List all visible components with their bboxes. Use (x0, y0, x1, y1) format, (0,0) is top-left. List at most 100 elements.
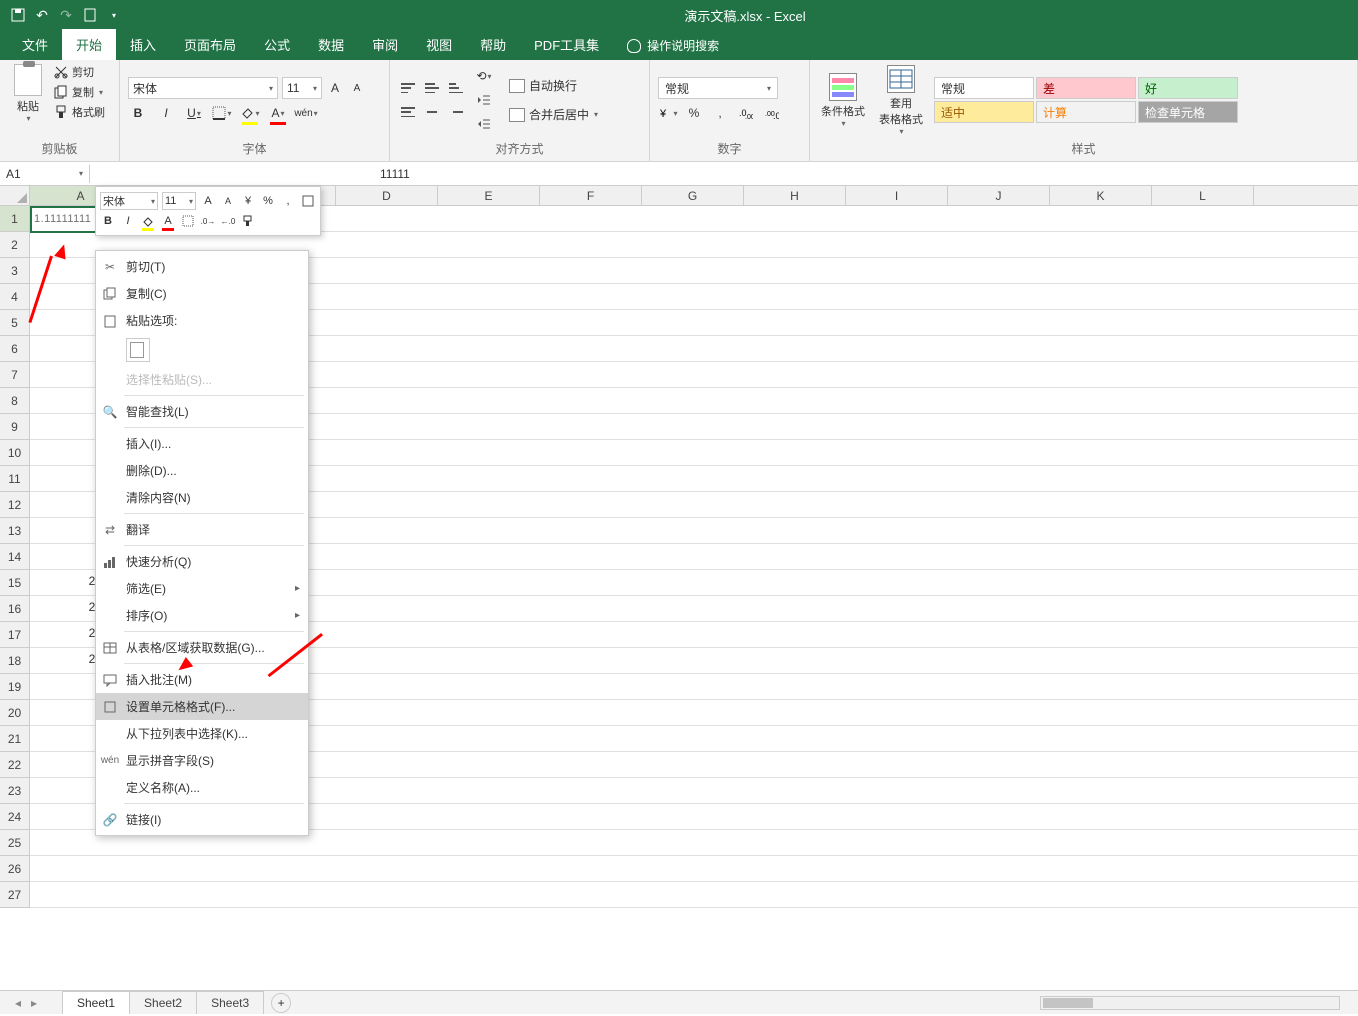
save-icon[interactable] (10, 7, 26, 23)
mini-shrink-font-icon[interactable]: A (220, 193, 236, 209)
ctx-pick-from-list[interactable]: 从下拉列表中选择(K)... (96, 720, 308, 747)
cut-button[interactable]: 剪切 (54, 64, 105, 80)
increase-decimal-button[interactable]: .0.00 (736, 103, 756, 123)
align-top-button[interactable] (398, 78, 418, 98)
style-check-cell[interactable]: 检查单元格 (1138, 101, 1238, 123)
row-header-15[interactable]: 15 (0, 570, 30, 596)
mini-italic-button[interactable]: I (120, 213, 136, 229)
format-as-table-button[interactable]: 套用 表格格式▾ (876, 65, 926, 136)
name-box[interactable]: A1▾ (0, 165, 90, 183)
row-header-10[interactable]: 10 (0, 440, 30, 466)
mini-painter-icon[interactable] (240, 213, 256, 229)
align-bottom-button[interactable] (446, 78, 466, 98)
col-header-g[interactable]: G (642, 186, 744, 205)
row-header-5[interactable]: 5 (0, 310, 30, 336)
sheet-tab-3[interactable]: Sheet3 (196, 991, 264, 1014)
tab-view[interactable]: 视图 (412, 29, 466, 60)
decrease-indent-button[interactable] (474, 90, 494, 110)
align-left-button[interactable] (398, 102, 418, 122)
mini-font-color-button[interactable]: A (160, 213, 176, 229)
redo-icon[interactable]: ↷ (58, 7, 74, 23)
row-header-2[interactable]: 2 (0, 232, 30, 258)
align-center-button[interactable] (422, 102, 442, 122)
row-header-7[interactable]: 7 (0, 362, 30, 388)
ctx-copy[interactable]: 复制(C) (96, 280, 308, 307)
col-header-h[interactable]: H (744, 186, 846, 205)
style-neutral[interactable]: 适中 (934, 101, 1034, 123)
row-header-16[interactable]: 16 (0, 596, 30, 622)
row-header-26[interactable]: 26 (0, 856, 30, 882)
orientation-button[interactable]: ⟲▾ (474, 66, 494, 86)
ctx-translate[interactable]: ⇄翻译 (96, 516, 308, 543)
col-header-e[interactable]: E (438, 186, 540, 205)
percent-button[interactable]: % (684, 103, 704, 123)
mini-size-combo[interactable]: 11▾ (162, 192, 196, 210)
row-header-6[interactable]: 6 (0, 336, 30, 362)
sheet-tab-1[interactable]: Sheet1 (62, 991, 130, 1014)
sheet-nav-next[interactable]: ▸ (26, 996, 42, 1010)
tell-me-search[interactable]: 操作说明搜索 (613, 31, 733, 60)
touch-mode-icon[interactable] (82, 7, 98, 23)
fill-color-button[interactable]: ▾ (240, 103, 260, 123)
qat-dropdown-icon[interactable]: ▾ (106, 7, 122, 23)
mini-bold-button[interactable]: B (100, 213, 116, 229)
select-all-button[interactable] (0, 186, 30, 205)
comma-button[interactable]: , (710, 103, 730, 123)
row-header-20[interactable]: 20 (0, 700, 30, 726)
style-bad[interactable]: 差 (1036, 77, 1136, 99)
row-header-21[interactable]: 21 (0, 726, 30, 752)
add-sheet-button[interactable]: + (271, 993, 291, 1013)
col-header-j[interactable]: J (948, 186, 1050, 205)
row-header-3[interactable]: 3 (0, 258, 30, 284)
number-format-combo[interactable]: 常规▾ (658, 77, 778, 99)
ctx-sort[interactable]: 排序(O)▸ (96, 602, 308, 629)
tab-insert[interactable]: 插入 (116, 29, 170, 60)
ctx-show-phonetic[interactable]: wén显示拼音字段(S) (96, 747, 308, 774)
font-size-combo[interactable]: 11▾ (282, 77, 322, 99)
ctx-get-data[interactable]: 从表格/区域获取数据(G)... (96, 634, 308, 661)
decrease-decimal-button[interactable]: .00.0 (762, 103, 782, 123)
ctx-filter[interactable]: 筛选(E)▸ (96, 575, 308, 602)
mini-dec-decimal-icon[interactable]: ←.0 (220, 213, 236, 229)
font-color-button[interactable]: A▾ (268, 103, 288, 123)
cell-styles-gallery[interactable]: 常规 差 好 适中 计算 检查单元格 (934, 77, 1238, 123)
style-good[interactable]: 好 (1138, 77, 1238, 99)
row-header-25[interactable]: 25 (0, 830, 30, 856)
italic-button[interactable]: I (156, 103, 176, 123)
style-calculation[interactable]: 计算 (1036, 101, 1136, 123)
col-header-i[interactable]: I (846, 186, 948, 205)
ctx-define-name[interactable]: 定义名称(A)... (96, 774, 308, 801)
decrease-font-icon[interactable]: A (348, 79, 366, 97)
ctx-smart-lookup[interactable]: 🔍智能查找(L) (96, 398, 308, 425)
col-header-l[interactable]: L (1152, 186, 1254, 205)
tab-home[interactable]: 开始 (62, 29, 116, 60)
ctx-insert-comment[interactable]: 插入批注(M) (96, 666, 308, 693)
row-header-22[interactable]: 22 (0, 752, 30, 778)
ctx-cut[interactable]: ✂剪切(T) (96, 253, 308, 280)
row-header-8[interactable]: 8 (0, 388, 30, 414)
ctx-insert[interactable]: 插入(I)... (96, 430, 308, 457)
row-header-11[interactable]: 11 (0, 466, 30, 492)
paste-option-default[interactable] (126, 338, 150, 362)
merge-center-button[interactable]: 合并后居中▾ (502, 103, 605, 126)
ctx-format-cells[interactable]: 设置单元格格式(F)... (96, 693, 308, 720)
mini-percent-icon[interactable]: % (260, 193, 276, 209)
row-header-12[interactable]: 12 (0, 492, 30, 518)
copy-button[interactable]: 复制▾ (54, 84, 105, 100)
mini-border-dropdown[interactable] (180, 213, 196, 229)
row-header-14[interactable]: 14 (0, 544, 30, 570)
row-header-24[interactable]: 24 (0, 804, 30, 830)
tab-formulas[interactable]: 公式 (250, 29, 304, 60)
row-header-18[interactable]: 18 (0, 648, 30, 674)
row-header-1[interactable]: 1 (0, 206, 30, 232)
tab-help[interactable]: 帮助 (466, 29, 520, 60)
align-right-button[interactable] (446, 102, 466, 122)
font-name-combo[interactable]: 宋体▾ (128, 77, 278, 99)
mini-comma-icon[interactable]: , (280, 193, 296, 209)
ctx-quick-analysis[interactable]: 快速分析(Q) (96, 548, 308, 575)
row-header-9[interactable]: 9 (0, 414, 30, 440)
wrap-text-button[interactable]: 自动换行 (502, 74, 605, 97)
tab-file[interactable]: 文件 (8, 29, 62, 60)
row-header-4[interactable]: 4 (0, 284, 30, 310)
bold-button[interactable]: B (128, 103, 148, 123)
